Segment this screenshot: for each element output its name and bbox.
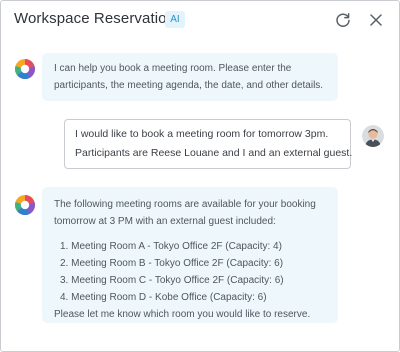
room-option: 1. Meeting Room A - Tokyo Office 2F (Cap…: [60, 241, 282, 252]
ai-badge: AI: [165, 11, 185, 28]
room-option: 2. Meeting Room B - Tokyo Office 2F (Cap…: [60, 258, 284, 269]
panel-header: Workspace Reservation AI: [1, 1, 399, 41]
assistant-logo-icon: [14, 194, 36, 216]
room-option: 4. Meeting Room D - Kobe Office (Capacit…: [60, 292, 267, 303]
assistant-message: I can help you book a meeting room. Plea…: [42, 53, 338, 101]
message-text: participants, the meeting agenda, the da…: [54, 80, 324, 91]
assistant-message: The following meeting rooms are availabl…: [42, 187, 338, 323]
message-text: tomorrow at 3 PM with an external guest …: [54, 216, 276, 227]
assistant-logo-icon: [14, 58, 36, 80]
close-icon[interactable]: [367, 11, 385, 29]
user-avatar: [362, 125, 384, 147]
user-message: I would like to book a meeting room for …: [64, 119, 353, 169]
room-option: 3. Meeting Room C - Tokyo Office 2F (Cap…: [60, 275, 284, 286]
message-text: Participants are Reese Louane and I and …: [75, 147, 353, 159]
message-text: Please let me know which room you would …: [54, 309, 311, 320]
message-text: I would like to book a meeting room for …: [75, 128, 329, 140]
message-text: The following meeting rooms are availabl…: [54, 199, 316, 210]
refresh-icon[interactable]: [334, 11, 352, 29]
reservation-panel: Workspace Reservation AI I can help you …: [0, 0, 400, 352]
message-text: I can help you book a meeting room. Plea…: [54, 63, 292, 74]
panel-title: Workspace Reservation: [14, 10, 176, 27]
